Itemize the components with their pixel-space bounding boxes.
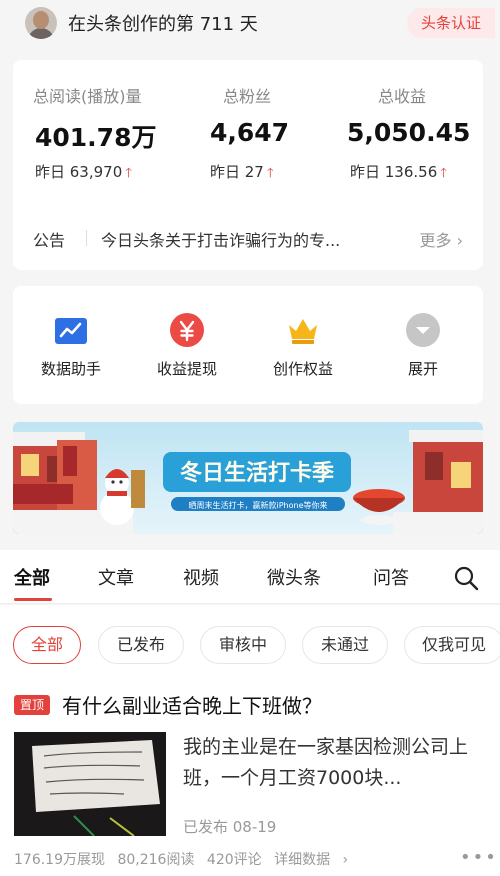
post-excerpt: 我的主业是在一家基因检测公司上班，一个月工资7000块... xyxy=(183,736,469,789)
post-thumbnail[interactable] xyxy=(14,732,166,836)
chart-icon xyxy=(55,318,87,344)
tool-label: 展开 xyxy=(407,360,438,378)
stat-fans-value: 4,647 xyxy=(210,118,290,147)
banner-subtitle: 晒周末生活打卡，赢新款iPhone等你来 xyxy=(188,500,327,510)
pinned-badge: 置顶 xyxy=(14,695,50,715)
tool-label: 创作权益 xyxy=(272,360,333,378)
notice-bar[interactable]: 公告 今日头条关于打击诈骗行为的专... 更多 › xyxy=(33,225,463,251)
tab-videos[interactable]: 视频 xyxy=(183,564,219,590)
arrow-up-icon: 🡑 xyxy=(125,166,133,181)
filter-published[interactable]: 已发布 xyxy=(98,626,184,664)
tool-expand[interactable]: 展开 xyxy=(373,286,473,404)
tab-active-indicator xyxy=(14,598,52,601)
notice-tag: 公告 xyxy=(33,231,66,250)
arrow-up-icon: 🡑 xyxy=(440,166,448,181)
tool-label: 收益提现 xyxy=(156,360,217,378)
search-icon[interactable] xyxy=(453,565,479,591)
post-comments: 420评论 xyxy=(206,852,262,868)
status-filters: 全部 已发布 审核中 未通过 仅我可见 xyxy=(0,605,500,675)
more-options-icon[interactable]: ••• xyxy=(460,847,498,868)
creator-header: 在头条创作的第 711 天 头条认证 xyxy=(0,0,500,48)
crown-icon xyxy=(289,319,317,344)
banner-title: 冬日生活打卡季 xyxy=(180,460,334,486)
tool-label: 数据助手 xyxy=(40,360,101,378)
post-detail-label: 详细数据 xyxy=(274,852,331,868)
post-item[interactable]: 置顶 有什么副业适合晚上下班做？ 我的主业是在一家基因检测公司上班，一个月工资7… xyxy=(0,675,500,876)
tab-articles[interactable]: 文章 xyxy=(98,564,134,590)
stat-income-label: 总收益 xyxy=(378,87,427,106)
notice-more-link[interactable]: 更多 › xyxy=(420,227,464,251)
stat-income-yesterday: 昨日 136.56 xyxy=(350,163,438,181)
filter-rejected[interactable]: 未通过 xyxy=(302,626,388,664)
tab-micro-posts[interactable]: 微头条 xyxy=(267,564,321,590)
post-title[interactable]: 有什么副业适合晚上下班做？ xyxy=(62,690,322,719)
stat-reads[interactable]: 总阅读(播放)量 401.78万 昨日 63,970 🡑 xyxy=(13,60,173,200)
avatar[interactable] xyxy=(25,7,57,39)
stat-reads-value: 401.78万 xyxy=(35,123,157,152)
post-reads: 80,216阅读 xyxy=(117,852,195,868)
stat-fans-label: 总粉丝 xyxy=(223,87,272,106)
promo-banner[interactable]: 冬日生活打卡季 晒周末生活打卡，赢新款iPhone等你来 xyxy=(13,422,483,534)
stats-card: 总阅读(播放)量 401.78万 昨日 63,970 🡑 总粉丝 4,647 昨日… xyxy=(13,60,483,270)
yuan-icon xyxy=(170,313,204,347)
tool-income-withdraw[interactable]: 收益提现 xyxy=(137,286,237,404)
chevron-right-icon: › xyxy=(451,231,463,250)
arrow-up-icon: 🡑 xyxy=(266,166,274,181)
stat-fans[interactable]: 总粉丝 4,647 昨日 27 🡑 xyxy=(193,60,323,200)
tools-card: 数据助手 收益提现 创作权益 展开 xyxy=(13,286,483,404)
notice-text[interactable]: 今日头条关于打击诈骗行为的专... xyxy=(101,227,340,251)
content-tabs: 全部 文章 视频 微头条 问答 xyxy=(0,550,500,604)
banner-illustration: 冬日生活打卡季 晒周末生活打卡，赢新款iPhone等你来 xyxy=(13,430,483,534)
stat-income[interactable]: 总收益 5,050.45 昨日 136.56 🡑 xyxy=(333,60,483,200)
post-metrics: 176.19万展现 80,216阅读 420评论 详细数据 › xyxy=(14,849,364,869)
post-detail-link[interactable]: 详细数据 › xyxy=(274,852,356,868)
stat-fans-yesterday: 昨日 27 xyxy=(210,163,264,181)
filter-all[interactable]: 全部 xyxy=(13,626,81,664)
chevron-right-icon: › xyxy=(338,852,349,868)
notice-divider xyxy=(86,230,87,246)
notice-more-label: 更多 xyxy=(419,231,452,250)
filter-private[interactable]: 仅我可见 xyxy=(404,626,500,664)
stat-income-value: 5,050.45 xyxy=(347,118,471,147)
certification-badge[interactable]: 头条认证 xyxy=(407,8,495,38)
post-impressions: 176.19万展现 xyxy=(14,852,105,868)
stat-reads-yesterday: 昨日 63,970 xyxy=(35,163,123,181)
tab-qa[interactable]: 问答 xyxy=(373,564,409,590)
post-status-date: 已发布 08-19 xyxy=(183,818,277,836)
tool-creator-rights[interactable]: 创作权益 xyxy=(253,286,353,404)
tool-data-assistant[interactable]: 数据助手 xyxy=(21,286,121,404)
tab-all[interactable]: 全部 xyxy=(14,564,50,590)
filter-reviewing[interactable]: 审核中 xyxy=(200,626,286,664)
creation-days-text: 在头条创作的第 711 天 xyxy=(68,14,258,35)
stat-reads-label: 总阅读(播放)量 xyxy=(33,87,142,106)
chevron-down-icon xyxy=(406,313,440,347)
